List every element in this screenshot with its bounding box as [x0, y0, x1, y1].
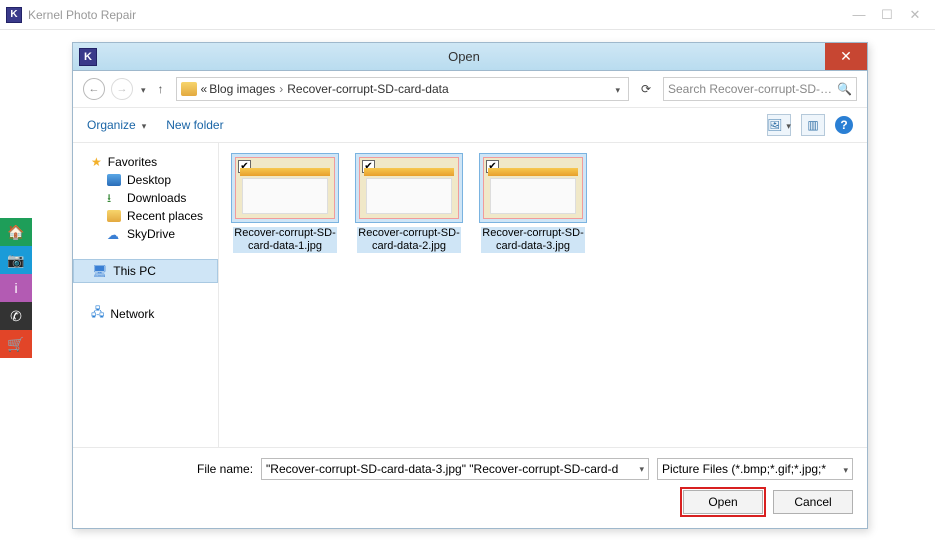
view-mode-button[interactable]: 🖼 — [767, 114, 791, 136]
address-bar: ← → ↑ « Blog images › Recover-corrupt-SD… — [73, 71, 867, 108]
folder-icon — [181, 82, 197, 96]
navigation-pane: ★ Favorites Desktop Downloads Recent pla… — [73, 143, 219, 447]
pc-icon: 🖥 — [92, 264, 107, 278]
dialog-close-button[interactable]: ✕ — [825, 43, 867, 70]
nav-skydrive[interactable]: SkyDrive — [73, 225, 218, 243]
cancel-button[interactable]: Cancel — [773, 490, 853, 514]
recent-icon — [107, 210, 121, 222]
star-icon: ★ — [91, 155, 102, 169]
file-list[interactable]: ✔ Recover-corrupt-SD-card-data-1.jpg ✔ R… — [219, 143, 867, 447]
camera-tab[interactable]: 📷 — [0, 246, 32, 274]
new-folder-button[interactable]: New folder — [166, 118, 223, 132]
nav-recent-places[interactable]: Recent places — [73, 207, 218, 225]
minimize-button[interactable]: — — [845, 4, 873, 26]
nav-desktop[interactable]: Desktop — [73, 171, 218, 189]
organize-menu[interactable]: Organize — [87, 118, 146, 132]
refresh-button[interactable]: ⟳ — [635, 78, 657, 100]
search-icon: 🔍 — [837, 82, 852, 96]
nav-this-pc[interactable]: 🖥 This PC — [73, 259, 218, 283]
file-name-input[interactable]: "Recover-corrupt-SD-card-data-3.jpg" "Re… — [261, 458, 649, 480]
cart-tab[interactable]: 🛒 — [0, 330, 32, 358]
thumbnail: ✔ — [359, 157, 459, 219]
breadcrumb-seg-2[interactable]: Recover-corrupt-SD-card-data — [287, 82, 448, 96]
dialog-footer: File name: "Recover-corrupt-SD-card-data… — [73, 447, 867, 528]
file-item[interactable]: ✔ Recover-corrupt-SD-card-data-2.jpg — [355, 153, 463, 253]
home-tab[interactable]: 🏠 — [0, 218, 32, 246]
thumbnail: ✔ — [483, 157, 583, 219]
file-name-label-text: File name: — [197, 462, 253, 476]
skydrive-icon — [107, 228, 121, 240]
search-input[interactable]: Search Recover-corrupt-SD-c… 🔍 — [663, 77, 857, 101]
maximize-button[interactable]: ☐ — [873, 4, 901, 26]
search-placeholder: Search Recover-corrupt-SD-c… — [668, 82, 837, 96]
breadcrumb-dropdown[interactable] — [609, 82, 624, 96]
file-name-label: Recover-corrupt-SD-card-data-2.jpg — [357, 227, 461, 253]
downloads-icon — [107, 192, 121, 204]
app-icon: K — [6, 7, 22, 23]
file-type-filter[interactable]: Picture Files (*.bmp;*.gif;*.jpg;* — [657, 458, 853, 480]
toolbar: Organize New folder 🖼 ▥ ? — [73, 108, 867, 143]
open-button[interactable]: Open — [683, 490, 763, 514]
info-tab[interactable]: i — [0, 274, 32, 302]
app-title: Kernel Photo Repair — [28, 8, 136, 22]
chevron-down-icon — [841, 462, 848, 476]
help-icon[interactable]: ? — [835, 116, 853, 134]
back-button[interactable]: ← — [83, 78, 105, 100]
file-item[interactable]: ✔ Recover-corrupt-SD-card-data-3.jpg — [479, 153, 587, 253]
nav-downloads[interactable]: Downloads — [73, 189, 218, 207]
thumbnail: ✔ — [235, 157, 335, 219]
dialog-title: Open — [103, 49, 825, 64]
app-titlebar: K Kernel Photo Repair — ☐ ✕ — [0, 0, 935, 30]
desktop-icon — [107, 174, 121, 186]
nav-network[interactable]: 🖧 Network — [73, 299, 218, 328]
breadcrumb-root[interactable]: « — [201, 82, 208, 96]
file-name-label: Recover-corrupt-SD-card-data-1.jpg — [233, 227, 337, 253]
preview-pane-button[interactable]: ▥ — [801, 114, 825, 136]
close-button[interactable]: ✕ — [901, 4, 929, 26]
breadcrumb-sep: › — [279, 82, 283, 96]
history-dropdown[interactable] — [139, 82, 146, 96]
forward-button[interactable]: → — [111, 78, 133, 100]
file-item[interactable]: ✔ Recover-corrupt-SD-card-data-1.jpg — [231, 153, 339, 253]
network-icon: 🖧 — [91, 303, 104, 324]
left-tab-strip: 🏠 📷 i ✆ 🛒 — [0, 218, 32, 358]
phone-tab[interactable]: ✆ — [0, 302, 32, 330]
dialog-icon: K — [79, 48, 97, 66]
breadcrumb-seg-1[interactable]: Blog images — [209, 82, 275, 96]
dialog-titlebar[interactable]: K Open ✕ — [73, 43, 867, 71]
favorites-group[interactable]: ★ Favorites — [73, 151, 218, 171]
open-file-dialog: K Open ✕ ← → ↑ « Blog images › Recover-c… — [72, 42, 868, 529]
up-button[interactable]: ↑ — [152, 80, 170, 98]
chevron-down-icon[interactable] — [637, 461, 644, 475]
file-name-label: Recover-corrupt-SD-card-data-3.jpg — [481, 227, 585, 253]
breadcrumb[interactable]: « Blog images › Recover-corrupt-SD-card-… — [176, 77, 629, 101]
